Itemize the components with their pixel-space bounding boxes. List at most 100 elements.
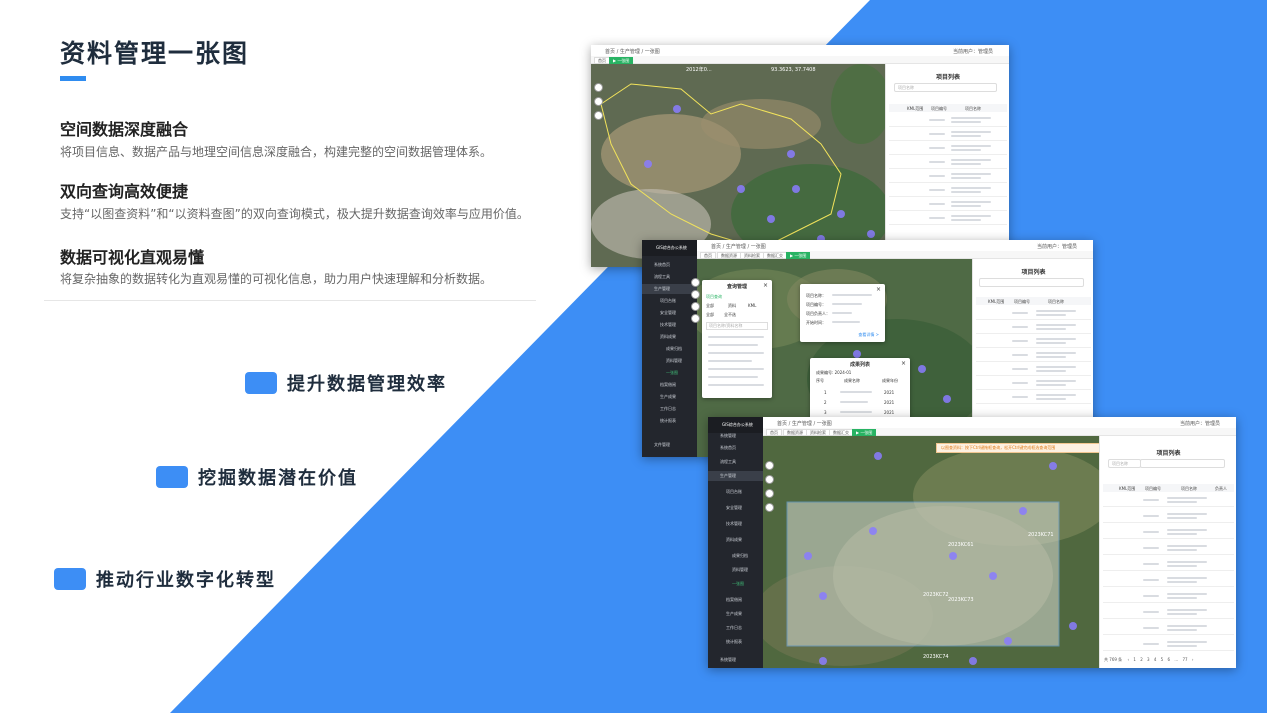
table-row[interactable] bbox=[976, 363, 1091, 376]
tab[interactable]: 首页 bbox=[766, 429, 782, 436]
filter-option[interactable]: 全部 bbox=[706, 303, 714, 309]
sidebar-item[interactable]: 工作日志 bbox=[642, 404, 697, 414]
select-all-button[interactable]: 全部 bbox=[706, 312, 714, 318]
table-row[interactable] bbox=[1103, 526, 1234, 539]
tab-onemap[interactable]: ▶ 一张图 bbox=[852, 429, 877, 436]
table-row[interactable] bbox=[889, 170, 1007, 183]
page-button[interactable]: 3 bbox=[1147, 657, 1150, 662]
sidebar-item[interactable]: 统计报表 bbox=[708, 637, 763, 647]
close-icon[interactable]: × bbox=[901, 360, 906, 367]
select-none-button[interactable]: 全不选 bbox=[724, 312, 736, 318]
table-row[interactable] bbox=[976, 335, 1091, 348]
page-button[interactable]: 2 bbox=[1140, 657, 1143, 662]
sidebar-item[interactable]: 文件管理 bbox=[642, 440, 697, 450]
sidebar-item[interactable]: 流程工具 bbox=[642, 272, 697, 282]
close-icon[interactable]: × bbox=[763, 282, 768, 289]
table-row[interactable] bbox=[889, 156, 1007, 169]
table-row[interactable] bbox=[1103, 638, 1234, 651]
current-user[interactable]: 当前用户：管理员 bbox=[953, 48, 993, 55]
page-button[interactable]: 1 bbox=[1133, 657, 1136, 662]
page-button[interactable]: 6 bbox=[1168, 657, 1171, 662]
sidebar-item[interactable]: 系统管理 bbox=[708, 655, 763, 665]
table-row[interactable] bbox=[1103, 574, 1234, 587]
sidebar-item[interactable]: 档案借阅 bbox=[708, 595, 763, 605]
table-row[interactable] bbox=[1103, 542, 1234, 555]
sidebar-item[interactable]: 项目台账 bbox=[642, 296, 697, 306]
sidebar-item[interactable]: 成果归档 bbox=[708, 551, 763, 561]
sidebar-item[interactable]: 成果归档 bbox=[642, 344, 697, 354]
sidebar-item[interactable]: 资料管理 bbox=[708, 565, 763, 575]
sidebar-item[interactable]: 生产管理 bbox=[642, 284, 697, 294]
search-input[interactable] bbox=[1140, 459, 1225, 468]
sidebar-item[interactable]: 档案借阅 bbox=[642, 380, 697, 390]
table-row[interactable] bbox=[1103, 558, 1234, 571]
layer-icon[interactable] bbox=[765, 461, 774, 470]
prev-page-button[interactable]: ‹ bbox=[1127, 657, 1129, 662]
sidebar-item[interactable]: 项目台账 bbox=[708, 487, 763, 497]
view-detail-link[interactable]: 查看详情 > bbox=[858, 332, 879, 338]
locate-icon[interactable] bbox=[765, 489, 774, 498]
table-row[interactable] bbox=[1103, 606, 1234, 619]
table-row[interactable] bbox=[889, 198, 1007, 211]
sidebar-item[interactable]: 生产成果 bbox=[708, 609, 763, 619]
home-icon[interactable] bbox=[765, 503, 774, 512]
current-user[interactable]: 当前用户：管理员 bbox=[1180, 420, 1220, 427]
search-input[interactable]: 项目名称 bbox=[894, 83, 997, 92]
table-row[interactable] bbox=[889, 212, 1007, 225]
current-user[interactable]: 当前用户：管理员 bbox=[1037, 243, 1077, 250]
table-row[interactable] bbox=[976, 307, 1091, 320]
table-row[interactable] bbox=[1103, 590, 1234, 603]
page-button[interactable]: 5 bbox=[1161, 657, 1164, 662]
sidebar-item[interactable]: 技术管理 bbox=[708, 519, 763, 529]
table-row[interactable] bbox=[889, 128, 1007, 141]
close-icon[interactable]: × bbox=[876, 286, 881, 293]
sidebar-item[interactable]: 系统首页 bbox=[708, 443, 763, 453]
page-button[interactable]: 4 bbox=[1154, 657, 1157, 662]
sidebar-item[interactable]: 资料成果 bbox=[642, 332, 697, 342]
map-view[interactable]: 2023KC61 2023KC71 2023KC72 2023KC73 2023… bbox=[763, 436, 1099, 668]
tab[interactable]: 数据汇交 bbox=[763, 252, 787, 259]
table-row[interactable] bbox=[976, 391, 1091, 404]
tab-home[interactable]: 首页 bbox=[594, 57, 610, 64]
sidebar-item[interactable]: 技术管理 bbox=[642, 320, 697, 330]
tab[interactable]: 首页 bbox=[700, 252, 716, 259]
filter-option[interactable]: KML bbox=[748, 303, 756, 308]
locate-icon[interactable] bbox=[594, 111, 603, 120]
layer-icon[interactable] bbox=[691, 278, 700, 287]
table-row[interactable] bbox=[1103, 622, 1234, 635]
sidebar-item[interactable]: 资料成果 bbox=[708, 535, 763, 545]
filter-select[interactable]: 项目名称 bbox=[1108, 459, 1141, 468]
sidebar-item[interactable]: 生产成果 bbox=[642, 392, 697, 402]
table-row[interactable] bbox=[1103, 494, 1234, 507]
grid-icon[interactable] bbox=[691, 290, 700, 299]
query-tab[interactable]: 项目查询 bbox=[706, 294, 722, 300]
sidebar-item[interactable]: 生产管理 bbox=[708, 471, 763, 481]
sidebar-item[interactable]: 系统管理 bbox=[708, 431, 763, 441]
table-row[interactable] bbox=[976, 377, 1091, 390]
filter-option[interactable]: 资料 bbox=[728, 303, 736, 309]
tab-onemap[interactable]: ▶ 一张图 bbox=[786, 252, 811, 259]
sidebar-item-onemap[interactable]: 一张图 bbox=[642, 368, 697, 378]
table-row[interactable] bbox=[1103, 510, 1234, 523]
tab[interactable]: 数据汇交 bbox=[829, 429, 853, 436]
locate-icon[interactable] bbox=[691, 302, 700, 311]
tab[interactable]: 数据资源 bbox=[783, 429, 807, 436]
table-row[interactable] bbox=[976, 321, 1091, 334]
table-row[interactable] bbox=[889, 184, 1007, 197]
grid-icon[interactable] bbox=[765, 475, 774, 484]
table-row[interactable] bbox=[889, 114, 1007, 127]
sidebar-item[interactable]: 系统首页 bbox=[642, 260, 697, 270]
map-view[interactable]: 2012年0... 93.3623, 37.7408 bbox=[591, 64, 885, 267]
sidebar-item[interactable]: 统计报表 bbox=[642, 416, 697, 426]
tab[interactable]: 数据资源 bbox=[717, 252, 741, 259]
sidebar-item[interactable]: 安全管理 bbox=[642, 308, 697, 318]
tab-onemap[interactable]: ▶ 一张图 bbox=[609, 57, 634, 64]
grid-icon[interactable] bbox=[594, 97, 603, 106]
table-row[interactable] bbox=[889, 142, 1007, 155]
page-button[interactable]: 77 bbox=[1182, 657, 1187, 662]
sidebar-item[interactable]: 资料管理 bbox=[642, 356, 697, 366]
sidebar-item[interactable]: 安全管理 bbox=[708, 503, 763, 513]
query-search-input[interactable]: 项目名称/资料名称 bbox=[706, 322, 768, 330]
sidebar-item[interactable]: 工作日志 bbox=[708, 623, 763, 633]
tab[interactable]: 资料检索 bbox=[806, 429, 830, 436]
